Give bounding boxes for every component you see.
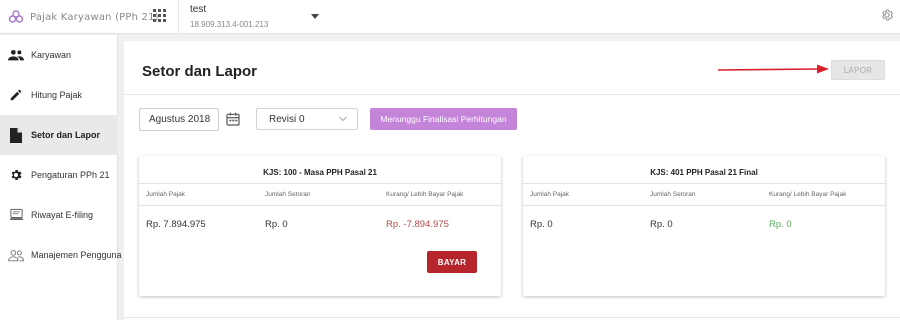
company-selector[interactable]: test 18.909.313.4-001.213 bbox=[190, 4, 268, 31]
sidebar-item-hitung-pajak[interactable]: Hitung Pajak bbox=[0, 75, 118, 115]
people-icon bbox=[8, 47, 24, 63]
revisi-select[interactable]: Revisi 0 bbox=[256, 108, 358, 130]
users-icon bbox=[8, 247, 24, 263]
card-title: KJS: 401 PPH Pasal 21 Final bbox=[650, 168, 758, 177]
card-divider bbox=[139, 205, 501, 206]
chevron-down-icon bbox=[339, 116, 347, 122]
column-header-jumlah-pajak: Jumlah Pajak bbox=[146, 191, 186, 198]
document-icon bbox=[8, 127, 24, 143]
column-header-kurang-lebih-bayar: Kurang/ Lebih Bayar Pajak bbox=[769, 191, 847, 198]
column-header-kurang-lebih-bayar: Kurang/ Lebih Bayar Pajak bbox=[386, 191, 464, 198]
tax-card-kjs-100: KJS: 100 - Masa PPH Pasal 21 Jumlah Paja… bbox=[139, 156, 501, 296]
apps-grid-icon[interactable] bbox=[153, 9, 166, 22]
sidebar-item-label: Setor dan Lapor bbox=[31, 130, 101, 140]
bayar-button[interactable]: BAYAR bbox=[427, 251, 477, 273]
column-header-jumlah-setoran: Jumlah Setoran bbox=[265, 191, 311, 198]
revisi-value: Revisi 0 bbox=[269, 113, 305, 125]
value-kurang-lebih-bayar: Rp. -7.894.975 bbox=[386, 219, 449, 230]
top-bar: Pajak Karyawan (PPh 21) test 18.909.313.… bbox=[0, 0, 900, 34]
card-title: KJS: 100 - Masa PPH Pasal 21 bbox=[263, 168, 377, 177]
main-panel: Setor dan Lapor LAPOR Agustus 2018 Revis… bbox=[124, 41, 900, 320]
sidebar-item-pengaturan-pph21[interactable]: Pengaturan PPh 21 bbox=[0, 155, 118, 195]
card-divider bbox=[139, 183, 501, 184]
sidebar-item-manajemen-pengguna[interactable]: Manajemen Pengguna bbox=[0, 235, 122, 275]
gear-icon bbox=[8, 167, 24, 183]
status-menunggu-finalisasi-button[interactable]: Menunggu Finalisasi Perhitungan bbox=[370, 108, 517, 130]
value-jumlah-pajak: Rp. 7.894.975 bbox=[146, 219, 206, 230]
sidebar: Karyawan Hitung Pajak Setor dan Lapor Pe… bbox=[0, 35, 122, 320]
calendar-icon[interactable] bbox=[225, 111, 241, 127]
card-divider bbox=[523, 183, 885, 184]
company-name: test bbox=[190, 4, 207, 15]
card-divider bbox=[523, 205, 885, 206]
value-jumlah-setoran: Rp. 0 bbox=[265, 219, 288, 230]
header-divider bbox=[178, 0, 179, 34]
sidebar-item-setor-dan-lapor[interactable]: Setor dan Lapor bbox=[0, 115, 118, 155]
value-jumlah-setoran: Rp. 0 bbox=[650, 219, 673, 230]
computer-icon bbox=[8, 207, 24, 223]
sidebar-item-riwayat-efiling[interactable]: Riwayat E-filing bbox=[0, 195, 118, 235]
sidebar-item-label: Manajemen Pengguna bbox=[31, 250, 122, 260]
red-arrow-annotation bbox=[718, 64, 829, 74]
sidebar-item-label: Karyawan bbox=[31, 50, 72, 60]
lotus-logo-icon bbox=[8, 10, 24, 23]
caret-down-icon[interactable] bbox=[311, 14, 319, 19]
column-header-jumlah-pajak: Jumlah Pajak bbox=[530, 191, 570, 198]
value-kurang-lebih-bayar: Rp. 0 bbox=[769, 219, 792, 230]
title-divider bbox=[124, 94, 900, 95]
pencil-icon bbox=[8, 87, 24, 103]
company-npwp: 18.909.313.4-001.213 bbox=[190, 20, 269, 29]
page-title: Setor dan Lapor bbox=[142, 63, 258, 80]
app-name: Pajak Karyawan (PPh 21) bbox=[30, 11, 159, 23]
value-jumlah-pajak: Rp. 0 bbox=[530, 219, 553, 230]
sidebar-item-label: Riwayat E-filing bbox=[31, 210, 94, 220]
sidebar-item-karyawan[interactable]: Karyawan bbox=[0, 35, 118, 75]
sidebar-item-label: Hitung Pajak bbox=[31, 90, 83, 100]
brand[interactable]: Pajak Karyawan (PPh 21) bbox=[8, 8, 159, 26]
sidebar-item-label: Pengaturan PPh 21 bbox=[31, 170, 110, 180]
column-header-jumlah-setoran: Jumlah Setoran bbox=[650, 191, 696, 198]
settings-gear-icon[interactable] bbox=[880, 8, 894, 22]
period-field[interactable]: Agustus 2018 bbox=[139, 108, 219, 131]
lapor-button[interactable]: LAPOR bbox=[831, 60, 885, 80]
bottom-divider bbox=[124, 317, 900, 318]
tax-card-kjs-401: KJS: 401 PPH Pasal 21 Final Jumlah Pajak… bbox=[523, 156, 885, 296]
